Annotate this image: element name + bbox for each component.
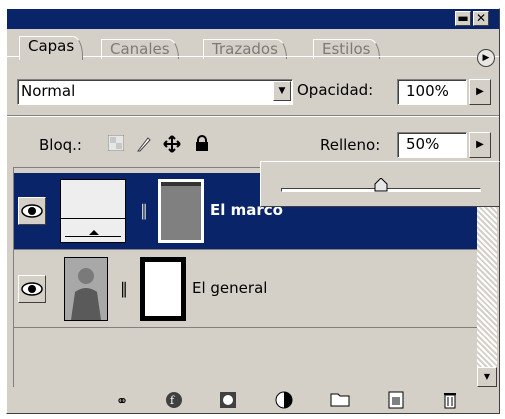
adjustment-layer-icon[interactable] [273, 391, 295, 411]
tab-bar: Capas Canales Trazados Estilos [7, 31, 499, 60]
fill-slider-popup[interactable] [260, 161, 500, 207]
checker-icon[interactable] [107, 134, 125, 153]
opacity-label: Opacidad: [297, 81, 374, 99]
separator [7, 115, 499, 117]
fill-field[interactable]: 50% [397, 132, 467, 158]
opacity-field[interactable]: 100% [397, 79, 467, 105]
panel-footer: ⚭ f [7, 387, 499, 413]
blend-mode-value: Normal [21, 82, 76, 100]
link-layers-icon[interactable]: ⚭ [111, 391, 133, 411]
palette-titlebar[interactable]: ▬ ✕ [7, 9, 499, 29]
layer-style-icon[interactable]: f [163, 391, 185, 411]
minimize-button[interactable]: ▬ [455, 11, 471, 26]
brush-icon[interactable] [135, 135, 153, 153]
panel-menu-button[interactable]: ▶ [477, 49, 495, 67]
new-layer-icon[interactable] [385, 391, 407, 411]
add-mask-icon[interactable] [217, 391, 239, 411]
layer-row[interactable]: ∥ El general [14, 251, 478, 327]
eye-icon[interactable] [18, 275, 46, 303]
row-divider [14, 327, 478, 328]
lock-label: Bloq.: [39, 136, 82, 154]
layer-name[interactable]: El general [192, 279, 267, 297]
layer-mask-thumbnail[interactable] [140, 257, 186, 321]
close-button[interactable]: ✕ [473, 11, 489, 26]
eye-icon[interactable] [18, 197, 46, 225]
layer-mask-thumbnail[interactable] [158, 179, 204, 243]
link-icon[interactable]: ∥ [118, 277, 130, 301]
blend-mode-select[interactable]: Normal ▼ [17, 79, 293, 105]
tab-capas[interactable]: Capas [19, 36, 84, 60]
fill-label: Relleno: [320, 136, 381, 154]
layer-thumbnail[interactable] [60, 179, 126, 243]
scroll-down-button[interactable]: ▼ [477, 367, 497, 387]
layers-panel: ▬ ✕ Capas Canales Trazados Estilos ▶ Nor… [6, 8, 500, 414]
link-icon[interactable]: ∥ [138, 199, 150, 223]
layer-thumbnail[interactable] [64, 257, 108, 321]
fill-slider-thumb[interactable] [374, 177, 388, 192]
chevron-down-icon[interactable]: ▼ [273, 81, 291, 101]
trash-icon[interactable] [439, 391, 461, 411]
opacity-arrow-button[interactable]: ▶ [469, 79, 491, 105]
fill-arrow-button[interactable]: ▶ [469, 132, 491, 158]
move-icon[interactable] [163, 135, 181, 153]
folder-icon[interactable] [329, 391, 351, 411]
padlock-icon[interactable] [193, 135, 211, 153]
row-divider [14, 249, 478, 250]
